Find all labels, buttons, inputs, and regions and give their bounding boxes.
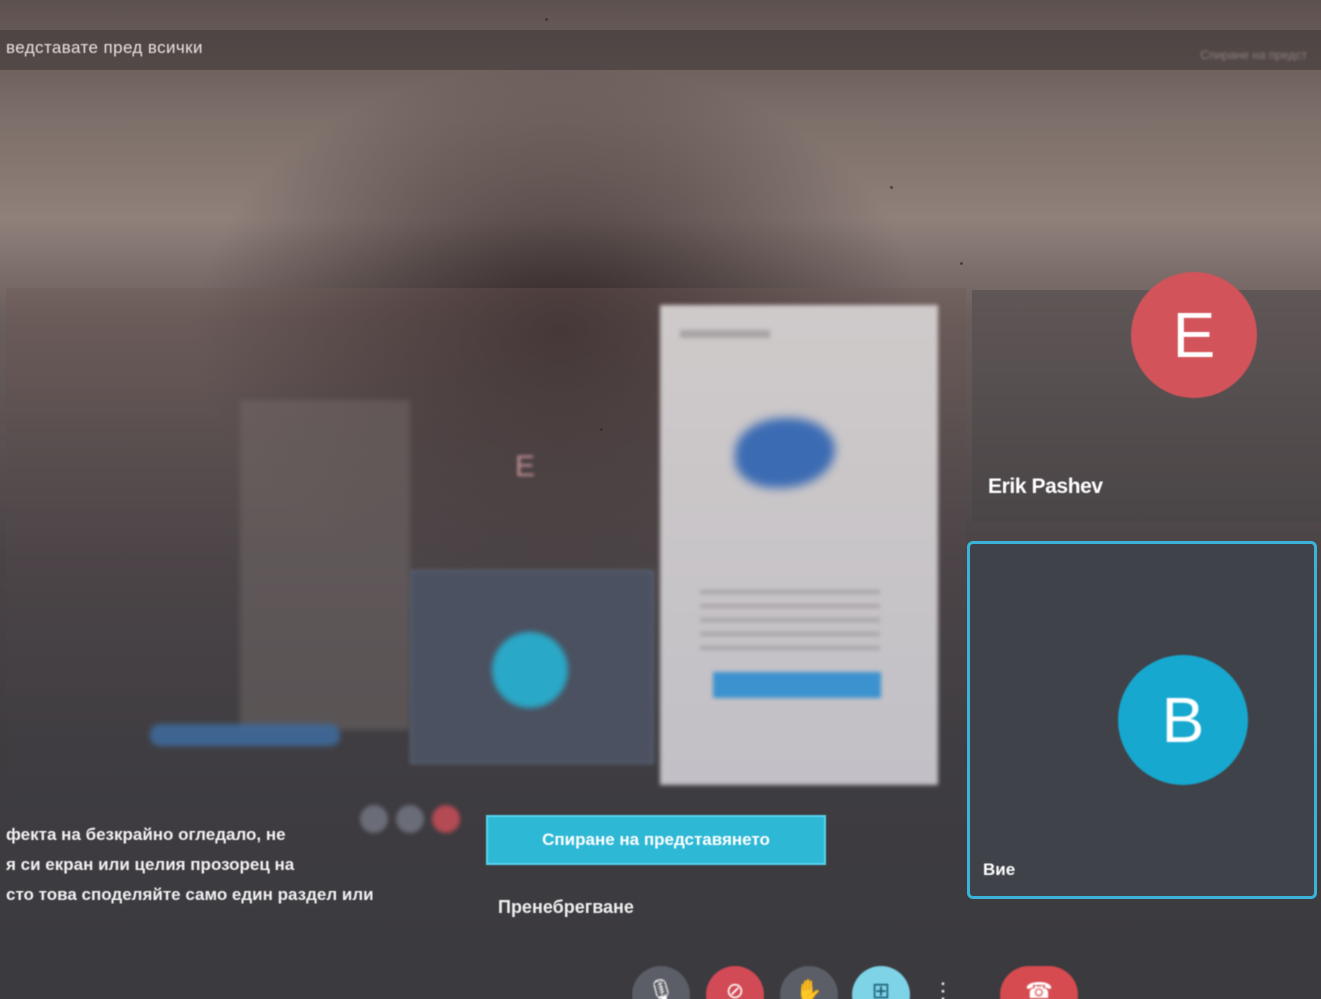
participant-name: Erik Pashev — [988, 475, 1103, 498]
more-options-icon[interactable]: ⋮ — [926, 966, 960, 999]
present-screen-icon[interactable]: ⊞ — [852, 966, 910, 999]
raise-hand-icon[interactable]: ✋ — [780, 966, 838, 999]
mirror-button — [150, 724, 340, 746]
end-call-icon[interactable]: ☎ — [1000, 966, 1078, 999]
popup-title — [680, 330, 770, 338]
avatar: E — [1131, 272, 1257, 398]
participant-name: Вие — [983, 860, 1016, 879]
mirror-avatar — [492, 632, 568, 708]
presenting-banner-text: ведставате пред всички — [6, 38, 203, 57]
shared-popup-window — [660, 305, 938, 785]
microphone-icon[interactable]: 🎙 — [632, 966, 690, 999]
mirror-inner-panel — [240, 400, 410, 730]
warning-line: сто това споделяйте само един раздел или — [6, 885, 374, 904]
avatar: B — [1118, 655, 1248, 785]
warning-line: я си екран или целия прозорец на — [6, 855, 295, 874]
mirror-avatar-letter: E — [515, 450, 536, 483]
call-controls-bar: 🎙 ⊘ ✋ ⊞ ⋮ ☎ — [632, 962, 1092, 999]
stop-presenting-button[interactable]: Спиране на представянето — [486, 815, 826, 865]
screen-dust — [600, 428, 603, 431]
popup-body-text — [700, 590, 880, 650]
camera-off-icon[interactable]: ⊘ — [706, 966, 764, 999]
ignore-button[interactable]: Пренебрегване — [498, 897, 634, 918]
stop-presenting-top-link[interactable]: Спиране на предст — [1200, 48, 1307, 62]
warning-line: фекта на безкрайно огледало, не — [6, 825, 286, 844]
screen-dust — [960, 262, 963, 265]
meeting-screen: ведставате пред всички Спиране на предст… — [0, 0, 1321, 999]
popup-button — [713, 672, 881, 698]
screen-dust — [890, 186, 893, 189]
mirror-warning-message: фекта на безкрайно огледало, не я си екр… — [6, 820, 476, 910]
screen-dust — [545, 18, 548, 21]
